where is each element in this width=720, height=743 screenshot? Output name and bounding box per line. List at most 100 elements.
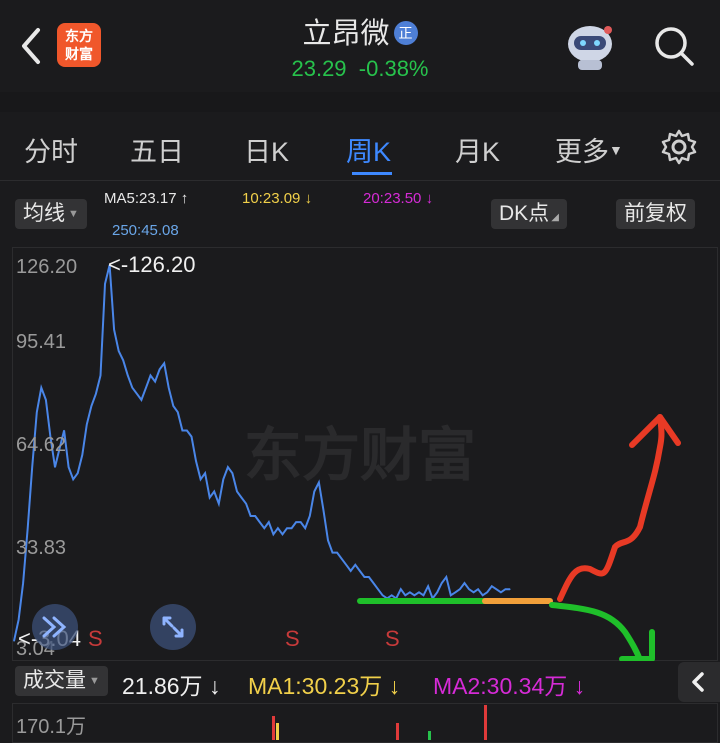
price-point	[313, 490, 315, 493]
price-point	[445, 576, 447, 578]
tab-more[interactable]: 更多▼	[555, 130, 623, 169]
price-point	[222, 478, 224, 480]
price-point	[400, 588, 402, 590]
collapse-panel-button[interactable]	[678, 662, 720, 702]
price-point	[122, 359, 124, 361]
fast-forward-button[interactable]	[32, 604, 78, 650]
price-point	[72, 478, 74, 480]
price-point	[254, 515, 256, 517]
price-point	[163, 362, 165, 364]
caret-down-icon: ▼	[609, 142, 623, 158]
price-point	[118, 350, 120, 352]
search-icon[interactable]	[652, 24, 696, 68]
price-point	[204, 472, 206, 474]
price-point	[149, 374, 152, 377]
double-chevron-icon	[42, 616, 67, 638]
price-point	[359, 570, 361, 572]
arrow-down-icon: ↓	[304, 190, 313, 207]
price-point	[504, 588, 507, 590]
price-point	[127, 374, 129, 377]
price-point	[454, 591, 456, 593]
price-point	[54, 466, 56, 468]
arrow-down-icon: ↓	[208, 673, 221, 699]
volume-toggle-button[interactable]: 成交量 ▼	[15, 666, 108, 696]
price-point	[268, 521, 270, 523]
adjust-price-button[interactable]: 前复权	[616, 199, 695, 229]
price-point	[177, 411, 179, 413]
tab-weekly-k[interactable]: 周K	[346, 130, 391, 169]
price-point	[277, 527, 279, 529]
price-point	[509, 588, 511, 590]
robot-assistant-icon[interactable]	[562, 20, 618, 72]
price-point	[131, 387, 133, 389]
arrow-down-icon: ↓	[425, 190, 434, 207]
price-point	[295, 521, 297, 523]
tab-more-label: 更多	[555, 137, 609, 167]
price-point	[477, 588, 479, 590]
price-point	[404, 594, 406, 596]
price-point	[495, 588, 497, 590]
volume-bars-svg	[272, 705, 487, 740]
price-point	[272, 533, 274, 535]
ma-toggle-label: 均线	[23, 202, 65, 225]
price-point	[27, 527, 29, 529]
price-point	[300, 521, 302, 523]
volume-bar	[428, 731, 431, 740]
price-point	[381, 594, 384, 596]
dk-point-button[interactable]: DK点 ◢	[491, 199, 567, 229]
price-point	[259, 521, 261, 523]
price-point	[231, 472, 234, 474]
price-point	[99, 374, 102, 377]
tab-daily-k[interactable]: 日K	[244, 130, 289, 169]
annotation-red-arrowhead	[629, 414, 681, 448]
ma5-value: MA5:23.17 ↑	[104, 190, 188, 207]
y-label-4: 33.83	[16, 537, 67, 559]
tab-intraday[interactable]: 分时	[24, 130, 78, 169]
price-point	[336, 551, 338, 554]
price-point	[331, 551, 334, 554]
volume-value: 21.86万 ↓	[122, 667, 220, 701]
price-point	[436, 591, 438, 593]
price-point	[86, 423, 88, 425]
watermark-text: 东方财富	[244, 423, 476, 488]
price-point	[459, 588, 461, 590]
ma20-value: 20:23.50 ↓	[363, 190, 433, 207]
price-point	[209, 497, 211, 499]
volume-bar	[396, 723, 399, 740]
price-point	[345, 564, 347, 566]
price-point	[17, 619, 20, 621]
annotation-green-down-curve	[549, 602, 643, 661]
price-point	[140, 399, 143, 401]
annotation-red-up-curve	[557, 414, 665, 602]
header-bar: 东方 财富 立昂微正 23.29 -0.38%	[0, 0, 720, 92]
price-point	[22, 582, 24, 584]
tab-five-day[interactable]: 五日	[130, 130, 184, 169]
ma10-text: 10:23.09	[242, 190, 301, 207]
price-point	[77, 472, 79, 474]
price-point	[172, 405, 174, 407]
ma-toggle-button[interactable]: 均线 ▼	[15, 199, 87, 229]
price-point	[40, 387, 42, 389]
price-point	[318, 481, 320, 483]
price-point	[486, 591, 488, 593]
price-point	[491, 585, 493, 587]
sell-marker: S	[88, 626, 103, 651]
price-point	[145, 387, 147, 389]
volume-value-text: 21.86万	[122, 673, 203, 699]
expand-chart-button[interactable]	[150, 604, 196, 650]
caret-down-icon: ▼	[89, 675, 100, 687]
price-point	[218, 503, 220, 505]
current-price: 23.29	[291, 56, 347, 81]
price-point	[181, 429, 183, 432]
volume-ma1: MA1:30.23万 ↓	[248, 667, 400, 701]
y-label-top: 126.20	[16, 256, 78, 278]
price-point	[372, 582, 375, 584]
price-point	[418, 591, 420, 593]
settings-gear-icon[interactable]	[660, 128, 698, 166]
price-point	[213, 490, 215, 493]
tab-monthly-k[interactable]: 月K	[455, 130, 500, 169]
price-point	[154, 381, 156, 383]
price-point	[290, 527, 293, 529]
price-point	[245, 503, 247, 505]
ma20-text: 20:23.50	[363, 190, 422, 207]
